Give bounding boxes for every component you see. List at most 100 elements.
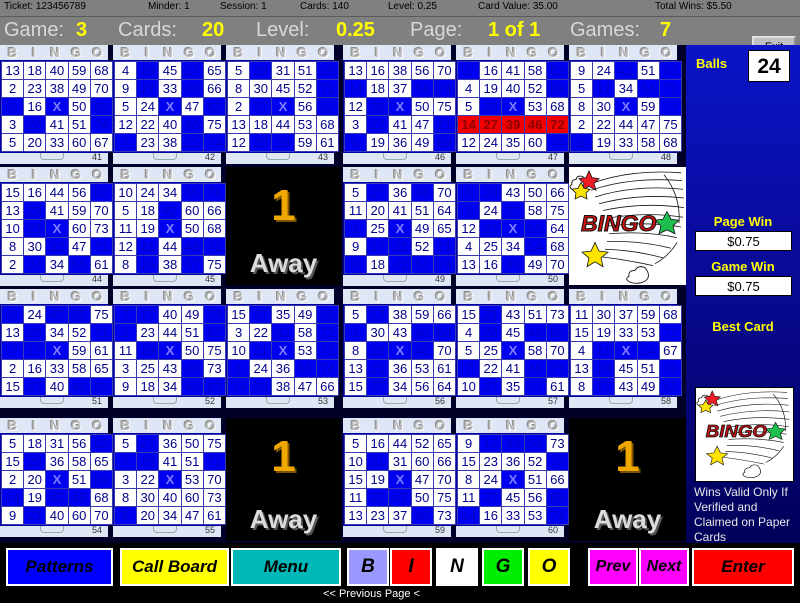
card-cell[interactable]: 5 [113,201,138,220]
card-cell-daubed[interactable]: 57 [523,377,547,396]
card-cell-daubed[interactable]: 26 [136,255,160,274]
card-cell-daubed[interactable]: 42 [45,488,69,507]
card-cell-daubed[interactable]: 21 [23,219,47,238]
card-free-space[interactable]: X [501,219,525,238]
card-cell-daubed[interactable]: 69 [545,79,569,98]
card-cell[interactable]: 31 [388,452,412,471]
card-cell[interactable]: 75 [89,305,113,324]
card-cell-daubed[interactable]: 27 [592,377,616,396]
card-cell[interactable]: 5 [343,305,368,324]
card-cell-daubed[interactable]: 71 [202,237,226,256]
card-cell[interactable]: 36 [388,359,412,378]
card-cell[interactable]: 16 [479,61,503,80]
card-cell-daubed[interactable]: 27 [249,97,273,116]
card-cell-daubed[interactable]: 74 [545,506,569,525]
card-cell-daubed[interactable]: 69 [89,97,113,116]
card-cell[interactable]: 25 [366,219,390,238]
card-cell-daubed[interactable]: 69 [432,133,456,152]
card-cell[interactable]: 12 [456,133,481,152]
card-cell-daubed[interactable]: 21 [249,341,273,360]
card-cell-daubed[interactable]: 17 [366,305,390,324]
bingo-card[interactable]: B I N G O 6 24 42 55 75 13 29 34 52 71 7 17 X 59 61 2 16 33 58 6… [0,289,113,408]
card-cell-daubed[interactable]: 27 [136,305,160,324]
card-cell[interactable]: 59 [636,305,660,324]
card-cell[interactable]: 70 [545,341,569,360]
card-cell[interactable]: 19 [23,488,47,507]
card-cell[interactable]: 58 [293,323,317,342]
card-cell[interactable]: 70 [202,470,226,489]
card-cell[interactable]: 73 [89,219,113,238]
card-cell-daubed[interactable]: 54 [523,434,547,453]
card-cell-daubed[interactable]: 48 [180,237,204,256]
card-cell[interactable]: 15 [0,452,25,471]
card-free-space[interactable]: X [45,470,69,489]
card-cell-daubed[interactable]: 21 [366,359,390,378]
card-cell-daubed[interactable]: 63 [202,377,226,396]
card-cell[interactable]: 15 [343,470,368,489]
card-cell[interactable]: 18 [366,255,390,274]
card-cell[interactable]: 61 [545,377,569,396]
card-cell[interactable]: 38 [271,377,295,396]
card-cell[interactable]: 66 [545,183,569,202]
card-cell-daubed[interactable]: 48 [180,359,204,378]
card-cell[interactable]: 3 [113,470,138,489]
card-cell[interactable]: 16 [479,506,503,525]
card-cell[interactable]: 37 [388,79,412,98]
card-cell[interactable]: 33 [501,506,525,525]
card-cell[interactable]: 12 [113,237,138,256]
card-cell[interactable]: 66 [202,79,226,98]
card-cell[interactable]: 3 [0,115,25,134]
card-cell-daubed[interactable]: 74 [202,183,226,202]
card-cell-winning[interactable]: 39 [501,115,525,134]
card-cell[interactable]: 3 [226,323,251,342]
card-cell-daubed[interactable]: 48 [180,115,204,134]
card-cell-daubed[interactable]: 55 [67,305,91,324]
card-cell[interactable]: 2 [569,115,594,134]
card-free-space[interactable]: X [388,97,412,116]
card-cell[interactable]: 73 [202,488,226,507]
card-cell[interactable]: 34 [158,183,182,202]
card-cell[interactable]: 61 [202,506,226,525]
card-cell-daubed[interactable]: 69 [89,470,113,489]
card-cell[interactable]: 58 [523,201,547,220]
card-cell-daubed[interactable]: 69 [545,488,569,507]
card-cell[interactable]: 68 [315,115,339,134]
card-cell[interactable]: 47 [293,377,317,396]
card-cell[interactable]: 41 [501,359,525,378]
card-cell[interactable]: 51 [636,61,660,80]
card-cell[interactable]: 23 [136,323,160,342]
card-free-space[interactable]: X [158,219,182,238]
next-button[interactable]: Next [639,548,689,586]
card-cell[interactable]: 3 [343,115,368,134]
card-cell[interactable]: 30 [136,488,160,507]
card-cell-daubed[interactable]: 74 [315,359,339,378]
card-cell[interactable]: 5 [0,133,25,152]
card-cell[interactable]: 24 [479,470,503,489]
card-cell-daubed[interactable]: 48 [410,323,434,342]
card-cell-daubed[interactable]: 27 [366,115,390,134]
card-cell[interactable]: 16 [23,183,47,202]
card-cell-daubed[interactable]: 54 [523,237,547,256]
card-cell[interactable]: 30 [23,237,47,256]
card-cell[interactable]: 13 [343,61,368,80]
card-cell[interactable]: 8 [113,488,138,507]
card-cell[interactable]: 8 [569,97,594,116]
card-cell[interactable]: 45 [158,61,182,80]
card-cell[interactable]: 19 [366,133,390,152]
bingo-card[interactable]: B I N G O 10 24 34 55 74 5 18 42 60 66 11 19 X 50 68 12 21 44 4… [113,167,226,286]
card-cell-daubed[interactable]: 29 [23,452,47,471]
bingo-card[interactable]: B I N G O 11 30 37 59 68 15 19 33 53 72 4 21 X 54 67 13 29 45 5… [569,289,682,408]
card-cell[interactable]: 19 [592,323,616,342]
card-cell[interactable]: 56 [410,377,434,396]
card-cell-daubed[interactable]: 74 [202,305,226,324]
card-cell[interactable]: 44 [271,115,295,134]
card-cell[interactable]: 8 [569,377,594,396]
card-cell[interactable]: 60 [180,488,204,507]
card-cell[interactable]: 44 [614,115,638,134]
card-cell[interactable]: 58 [636,133,660,152]
card-cell[interactable]: 53 [293,115,317,134]
card-cell-daubed[interactable]: 29 [249,61,273,80]
card-cell[interactable]: 12 [226,133,251,152]
card-cell-daubed[interactable]: 28 [479,97,503,116]
card-cell[interactable]: 31 [45,434,69,453]
